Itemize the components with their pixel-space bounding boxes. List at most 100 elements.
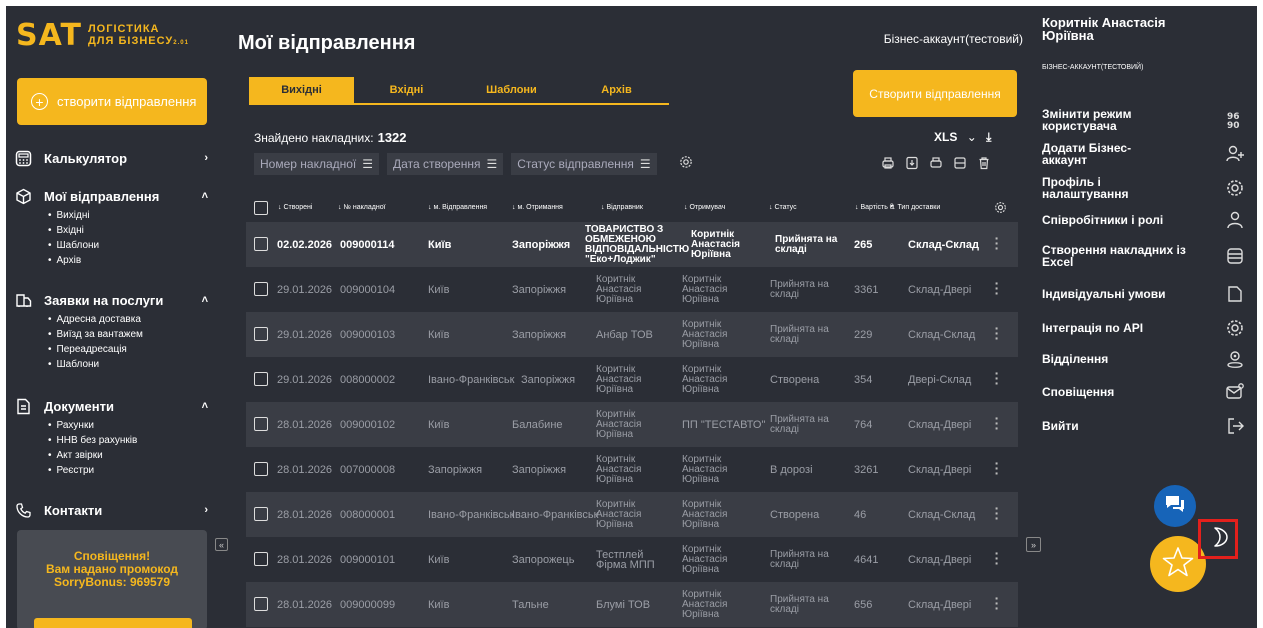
row-menu-kebab-icon[interactable]: · · · (994, 276, 1000, 300)
table-icon (1225, 246, 1245, 266)
menu-switch-mode[interactable]: Змінити режим користувача 96 90 (1042, 108, 1240, 132)
chevron-up-icon: ˄ (201, 294, 208, 306)
row-checkbox[interactable] (254, 507, 268, 521)
calculator-icon (14, 149, 32, 167)
col-number[interactable]: ↓ № накладної (338, 204, 386, 211)
col-sender[interactable]: ↓ Відправник (601, 204, 643, 211)
sub-pickup[interactable]: Виїзд за вантажем (48, 327, 210, 342)
table-row[interactable]: 28.01.2026 008000001 Івано-Франківськ Ів… (246, 492, 1018, 537)
columns-settings-gear-icon[interactable] (994, 201, 1007, 216)
nav-contacts[interactable]: Контакти › (14, 500, 210, 520)
filter-waybill-number[interactable]: Номер накладної ☰ (254, 153, 380, 175)
nav-service-requests-header[interactable]: Заявки на послуги ˄ (14, 290, 210, 310)
row-checkbox[interactable] (254, 327, 268, 341)
filter-settings-gear-icon[interactable] (679, 155, 693, 174)
xls-export-button[interactable]: XLS ⌄ ⤓ (934, 130, 991, 145)
col-receiver[interactable]: ↓ Отримувач (684, 204, 725, 211)
chat-button[interactable] (1154, 485, 1196, 527)
menu-staff-roles[interactable]: Співробітники і ролі (1042, 211, 1243, 229)
table-row[interactable]: 28.01.2026 009000102 Київ Балабине Корит… (246, 402, 1018, 447)
row-menu-kebab-icon[interactable]: · · · (994, 321, 1000, 345)
tabs-bar: Вихідні Вхідні Шаблони Архів (249, 77, 669, 105)
filter-shipment-status[interactable]: Статус відправлення ☰ (511, 153, 657, 175)
svg-text:90: 90 (1227, 121, 1240, 130)
col-status[interactable]: ↓ Статус (769, 204, 797, 211)
row-checkbox[interactable] (254, 237, 268, 251)
sub-registers[interactable]: Реєстри (48, 463, 210, 478)
sub-incoming[interactable]: Вхідні (48, 223, 210, 238)
menu-api-integration[interactable]: Інтеграція по API (1042, 320, 1243, 336)
chevron-right-icon: › (204, 152, 208, 164)
sub-outgoing[interactable]: Вихідні (48, 208, 210, 223)
nav-service-requests-label: Заявки на послуги (44, 292, 164, 308)
tab-incoming[interactable]: Вхідні (354, 77, 459, 103)
row-menu-kebab-icon[interactable]: · · · (994, 546, 1000, 570)
row-menu-kebab-icon[interactable]: · · · (994, 411, 1000, 435)
sub-invoices[interactable]: Рахунки (48, 418, 210, 433)
table-row[interactable]: 28.01.2026 007000008 Запоріжжя Запоріжжя… (246, 447, 1018, 492)
print-icon[interactable] (881, 156, 895, 170)
sub-request-templates[interactable]: Шаблони (48, 357, 210, 372)
collapse-left-sidebar-button[interactable]: « (215, 538, 228, 551)
table-view-icon[interactable] (953, 156, 967, 170)
menu-add-business-account[interactable]: Додати Бізнес-аккаунт (1042, 142, 1244, 166)
table-row[interactable]: 28.01.2026 009000101 Київ Запорожець Тес… (246, 537, 1018, 582)
trash-icon[interactable] (977, 156, 991, 170)
sub-waybills-no-invoice[interactable]: НHB без рахунків (48, 433, 210, 448)
mail-icon (1225, 382, 1245, 402)
main-content: Мої відправлення Бізнес-аккаунт(тестовий… (231, 6, 1031, 628)
row-checkbox[interactable] (254, 597, 268, 611)
table-row[interactable]: 29.01.2026 009000103 Київ Запоріжжя Анба… (246, 312, 1018, 357)
collapse-right-panel-button[interactable]: » (1026, 537, 1041, 552)
tab-archive[interactable]: Архів (564, 77, 669, 103)
download-icon[interactable] (905, 156, 919, 170)
print-sticker-icon[interactable] (929, 156, 943, 170)
plus-icon: + (31, 93, 48, 110)
tab-templates[interactable]: Шаблони (459, 77, 564, 103)
nav-my-shipments-header[interactable]: Мої відправлення ˄ (14, 186, 210, 206)
row-menu-kebab-icon[interactable]: · · · (994, 456, 1000, 480)
row-menu-kebab-icon[interactable]: · · · (994, 366, 1000, 390)
tab-outgoing[interactable]: Вихідні (249, 77, 354, 103)
row-checkbox[interactable] (254, 372, 268, 386)
col-delivery-type[interactable]: ↓ Тип доставки (892, 204, 940, 211)
sub-templates[interactable]: Шаблони (48, 238, 210, 253)
sub-archive[interactable]: Архів (48, 253, 210, 268)
row-menu-kebab-icon[interactable]: · · · (994, 501, 1000, 525)
select-all-checkbox[interactable] (254, 201, 268, 215)
promo-button[interactable] (34, 618, 192, 628)
menu-profile-settings[interactable]: Профіль і налаштування (1042, 176, 1243, 200)
table-row[interactable]: 29.01.2026 008000002 Івано-Франківськ За… (246, 357, 1018, 402)
create-shipment-sidebar-button[interactable]: + створити відправлення (17, 78, 207, 125)
sub-redirect[interactable]: Переадресація (48, 342, 210, 357)
filter-creation-date[interactable]: Дата створення ☰ (387, 153, 504, 175)
sub-address-delivery[interactable]: Адресна доставка (48, 312, 210, 327)
col-from-city[interactable]: ↓ м. Відправлення (428, 204, 487, 211)
row-checkbox[interactable] (254, 417, 268, 431)
col-cost[interactable]: ↓ Вартість ₴ (855, 204, 894, 211)
menu-logout[interactable]: Вийти (1042, 418, 1244, 434)
create-shipment-button[interactable]: Створити відправлення (853, 70, 1017, 117)
col-created[interactable]: ↓ Створені (278, 204, 312, 211)
theme-toggle-button[interactable] (1198, 519, 1238, 559)
nav-documents-header[interactable]: Документи ˄ (14, 396, 210, 416)
row-menu-kebab-icon[interactable]: · · · (994, 591, 1000, 615)
sub-reconciliation[interactable]: Акт звірки (48, 448, 210, 463)
row-menu-kebab-icon[interactable]: · · · (994, 231, 1000, 255)
table-row[interactable]: 28.01.2026 009000099 Київ Тальне Блумі Т… (246, 582, 1018, 627)
table-row[interactable]: 29.01.2026 009000104 Київ Запоріжжя Кори… (246, 267, 1018, 312)
logo[interactable]: SAT ЛОГІСТИКА ДЛЯ БІЗНЕСУ2.01 (16, 18, 189, 53)
menu-excel-waybills[interactable]: Створення накладних із Excel (1042, 244, 1243, 268)
row-checkbox[interactable] (254, 552, 268, 566)
menu-branches[interactable]: Відділення (1042, 351, 1243, 368)
user-account-type: БІЗНЕС-АККАУНТ(ТЕСТОВИЙ) (1042, 64, 1144, 71)
menu-individual-terms[interactable]: Індивідуальні умови (1042, 286, 1242, 302)
menu-notifications[interactable]: Сповіщення (1042, 383, 1244, 399)
row-checkbox[interactable] (254, 462, 268, 476)
col-to-city[interactable]: ↓ м. Отримання (512, 204, 563, 211)
table-row[interactable]: 02.02.2026 009000114 Київ Запоріжжя ТОВА… (246, 222, 1018, 267)
row-checkbox[interactable] (254, 282, 268, 296)
nav-calculator[interactable]: Калькулятор › (14, 148, 210, 168)
found-number: 1322 (377, 130, 407, 145)
add-user-icon (1225, 144, 1245, 164)
